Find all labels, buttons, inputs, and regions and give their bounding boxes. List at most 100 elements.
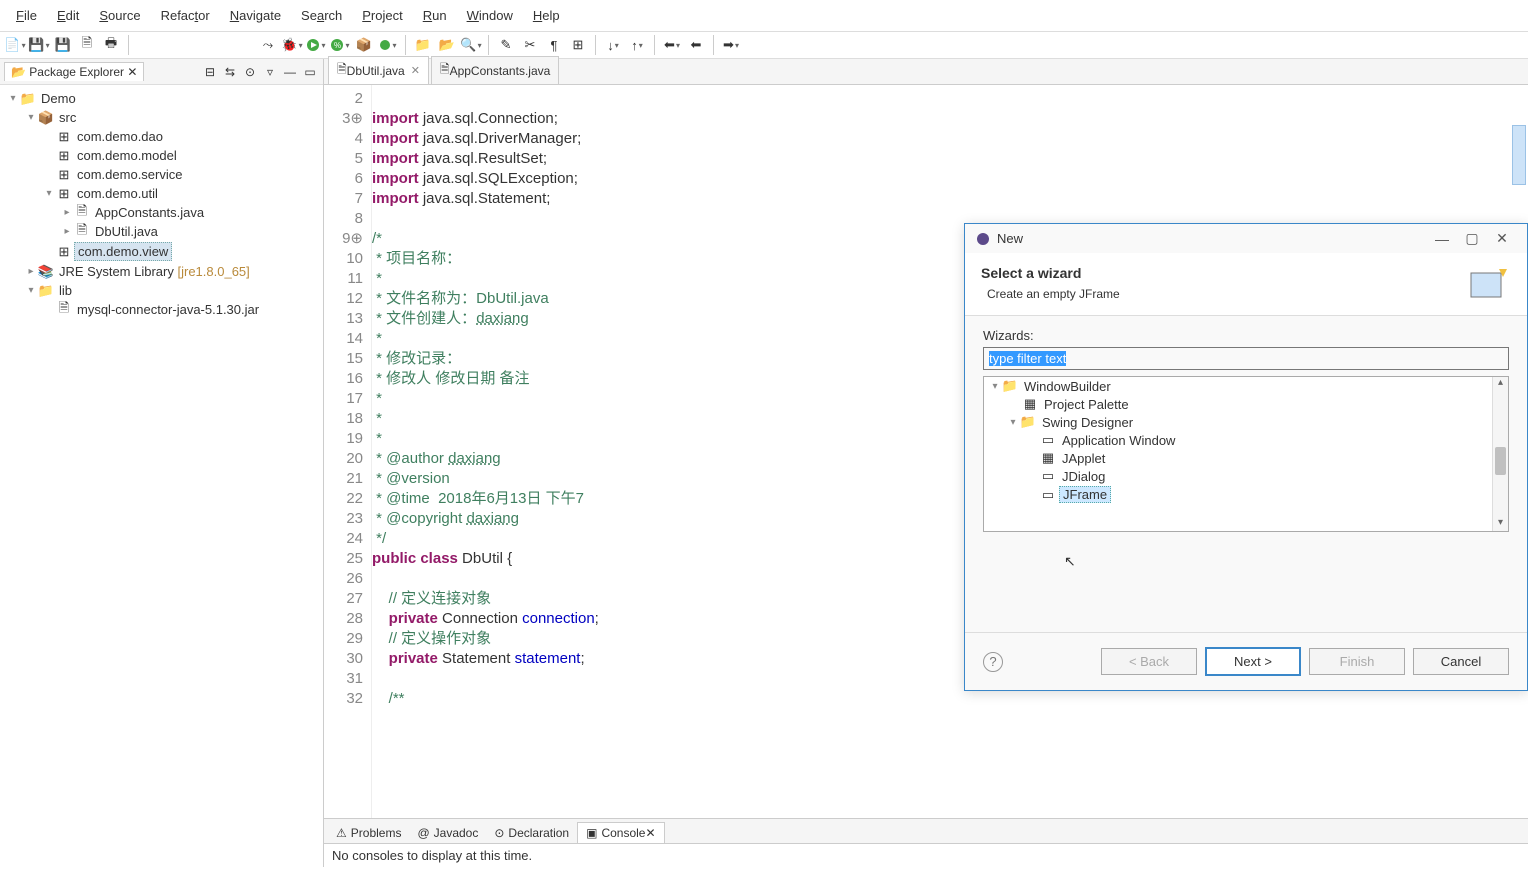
tree-label[interactable]: com.demo.util [74,185,161,202]
tab-appconstants[interactable]: 🗎 AppConstants.java [431,56,559,84]
tab-console[interactable]: ▣Console ✕ [577,822,664,843]
tree-label-selected[interactable]: com.demo.view [74,242,172,261]
code-content[interactable]: import java.sql.Connection;import java.s… [372,85,599,818]
search-button[interactable]: 🔍 [460,34,482,56]
package-tree[interactable]: ▾📁Demo ▾📦src ⊞com.demo.dao ⊞com.demo.mod… [0,85,323,867]
save-button[interactable]: 💾 [28,34,50,56]
cancel-button[interactable]: Cancel [1413,648,1509,675]
tree-label[interactable]: Demo [38,90,79,107]
menu-run[interactable]: Run [413,4,457,27]
toggle-mark-button[interactable]: ✎ [495,34,517,56]
scrollbar[interactable]: ▴ ▾ [1492,377,1508,531]
scrollbar-thumb[interactable] [1495,447,1506,475]
menu-refactor[interactable]: Refactor [151,4,220,27]
tree-label[interactable]: com.demo.dao [74,128,166,145]
run-button[interactable] [305,34,327,56]
overview-marker[interactable] [1512,125,1526,185]
new-package-button[interactable]: 📦 [353,34,375,56]
dialog-titlebar[interactable]: New — ▢ ✕ [965,224,1527,253]
toggle-word-wrap-button[interactable]: ⊞ [567,34,589,56]
open-type-button[interactable]: 📂 [436,34,458,56]
wizard-node[interactable]: JApplet [1059,451,1108,466]
next-annotation-button[interactable]: ↓ [602,34,624,56]
coverage-button[interactable]: % [329,34,351,56]
tab-dbutil[interactable]: 🗎 DbUtil.java✕ [328,56,429,84]
maximize-icon[interactable]: ▭ [301,63,319,81]
link-editor-icon[interactable]: ⇆ [221,63,239,81]
wizard-node[interactable]: JDialog [1059,469,1108,484]
save-all-button[interactable]: 🗎 [76,34,98,56]
focus-task-icon[interactable]: ⊙ [241,63,259,81]
collapse-all-icon[interactable]: ⊟ [201,63,219,81]
minimize-icon[interactable]: — [281,63,299,81]
twisty-icon[interactable]: ▸ [60,226,74,237]
menu-file[interactable]: File [6,4,47,27]
new-type-button[interactable] [377,34,399,56]
twisty-icon[interactable]: ▸ [60,207,74,218]
twisty-icon[interactable]: ▾ [42,188,56,199]
scroll-down-icon[interactable]: ▾ [1493,517,1508,531]
tree-label[interactable]: DbUtil.java [92,223,161,240]
tree-label[interactable]: JRE System Library [jre1.8.0_65] [56,263,253,280]
prev-annotation-button[interactable]: ↑ [626,34,648,56]
tab-javadoc[interactable]: @Javadoc [409,823,486,843]
twisty-icon[interactable]: ▾ [6,93,20,104]
twisty-icon[interactable]: ▾ [1006,417,1020,428]
separator [405,35,406,55]
wizard-banner-icon [1467,265,1511,305]
wizard-tree[interactable]: ▾📁WindowBuilder ▦Project Palette ▾📁Swing… [983,376,1509,532]
menu-search[interactable]: Search [291,4,352,27]
show-whitespace-button[interactable]: ¶ [543,34,565,56]
tree-label[interactable]: lib [56,282,75,299]
pane-title: 📂 Package Explorer ✕ [4,62,144,81]
filter-input[interactable]: type filter text [983,347,1509,370]
menu-help[interactable]: Help [523,4,570,27]
wizard-node[interactable]: Swing Designer [1039,415,1136,430]
minimize-icon[interactable]: — [1427,231,1457,247]
debug-skip-button[interactable]: ⤳ [257,34,279,56]
wizard-node[interactable]: WindowBuilder [1021,379,1114,394]
wizard-node-selected[interactable]: JFrame [1059,486,1111,503]
wizard-node[interactable]: Application Window [1059,433,1178,448]
twisty-icon[interactable]: ▾ [24,112,38,123]
last-edit-button[interactable]: ⬅ [661,34,683,56]
wizard-node[interactable]: Project Palette [1041,397,1132,412]
next-button[interactable]: Next > [1205,647,1301,676]
print-button[interactable]: 🖶 [100,34,122,56]
tab-problems[interactable]: ⚠Problems [328,823,409,843]
close-icon[interactable]: ✕ [411,64,420,77]
view-menu-icon[interactable]: ▿ [261,63,279,81]
twisty-icon[interactable]: ▾ [988,381,1002,392]
folder-icon: 📁 [1002,378,1018,394]
editor-tabs: 🗎 DbUtil.java✕ 🗎 AppConstants.java [324,59,1528,85]
tree-label[interactable]: src [56,109,79,126]
tree-label[interactable]: mysql-connector-java-5.1.30.jar [74,301,262,318]
menu-source[interactable]: Source [89,4,150,27]
debug-button[interactable]: 🐞 [281,34,303,56]
twisty-icon[interactable]: ▸ [24,266,38,277]
toggle-block-button[interactable]: ✂ [519,34,541,56]
close-icon[interactable]: ✕ [645,826,655,840]
tree-label[interactable]: com.demo.model [74,147,180,164]
tab-declaration[interactable]: ⊙Declaration [486,823,577,843]
wizards-label: Wizards: [983,328,1034,343]
forward-history-button[interactable]: ➡ [720,34,742,56]
save-single-button[interactable]: 💾 [52,34,74,56]
menu-window[interactable]: Window [457,4,523,27]
new-button[interactable]: 📄 [4,34,26,56]
back-history-button[interactable]: ⬅ [685,34,707,56]
maximize-icon[interactable]: ▢ [1457,230,1487,247]
twisty-icon[interactable]: ▾ [24,285,38,296]
menu-navigate[interactable]: Navigate [220,4,291,27]
back-button[interactable]: < Back [1101,648,1197,675]
open-folder-button[interactable]: 📁 [412,34,434,56]
close-icon[interactable]: ✕ [1487,230,1517,247]
tree-label[interactable]: AppConstants.java [92,204,207,221]
help-icon[interactable]: ? [983,652,1003,672]
scroll-up-icon[interactable]: ▴ [1493,377,1508,391]
menu-edit[interactable]: Edit [47,4,89,27]
tree-label[interactable]: com.demo.service [74,166,185,183]
finish-button[interactable]: Finish [1309,648,1405,675]
dialog-footer: ? < Back Next > Finish Cancel [965,632,1527,690]
menu-project[interactable]: Project [352,4,412,27]
